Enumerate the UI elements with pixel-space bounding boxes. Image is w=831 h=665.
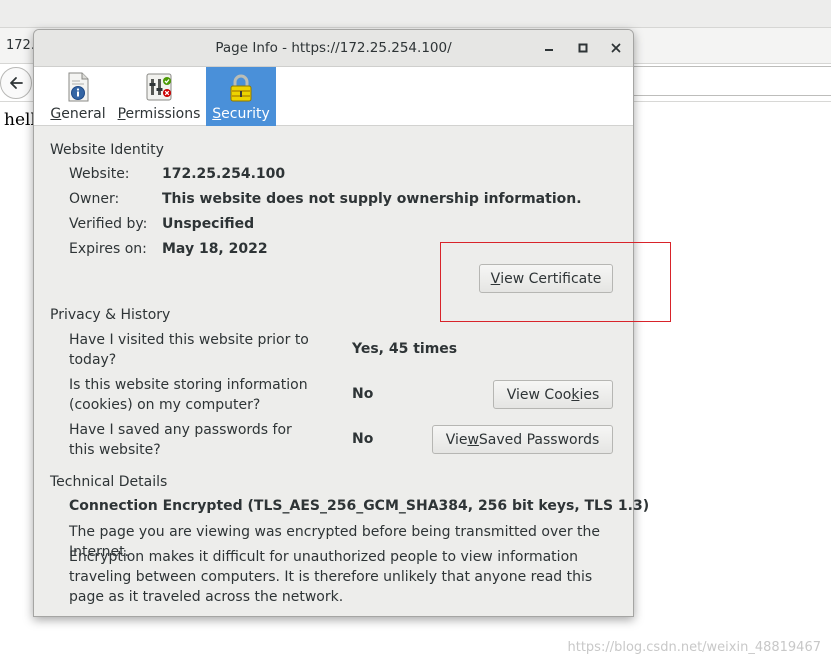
owner-value: This website does not supply ownership i… [162,191,582,207]
arrow-left-icon [10,77,23,89]
back-button[interactable] [0,67,32,99]
view-saved-passwords-button[interactable]: Vie w Saved Passwords [432,425,613,454]
page-info-toolbar: General Permissions Security [34,67,633,126]
permissions-icon [146,73,172,101]
verified-by-value: Unspecified [162,216,255,232]
dialog-titlebar[interactable]: Page Info - https://172.25.254.100/ [34,30,633,67]
website-value: 172.25.254.100 [162,166,286,182]
expires-on-value: May 18, 2022 [162,241,268,257]
watermark: https://blog.csdn.net/weixin_48819467 [567,640,821,655]
tab-permissions[interactable]: Permissions [118,67,200,126]
padlock-icon [230,74,252,102]
tab-security-label: Security [212,106,270,122]
minimize-icon [545,49,553,51]
passwords-answer: No [352,431,374,447]
close-icon [611,43,621,53]
url-bar[interactable] [630,66,831,96]
browser-tab-title[interactable]: 172. [6,38,35,53]
browser-top-bar [0,0,831,28]
visited-answer: Yes, 45 times [352,341,458,357]
tab-permissions-label: Permissions [117,106,201,122]
technical-details-heading: Technical Details [50,474,168,490]
tab-security[interactable]: Security [206,67,276,126]
annotation-highlight-box [440,242,671,322]
document-info-icon [68,72,89,102]
connection-status: Connection Encrypted (TLS_AES_256_GCM_SH… [69,498,650,514]
tab-general[interactable]: General [50,67,106,126]
view-cookies-button[interactable]: View Coo k ies [493,380,613,409]
visited-question: Have I visited this website prior to tod… [69,332,309,368]
verified-by-label: Verified by: [69,216,148,232]
website-label: Website: [69,166,130,182]
cookies-answer: No [352,386,374,402]
website-identity-heading: Website Identity [50,142,164,158]
close-button[interactable] [607,39,625,57]
encryption-paragraph-2: Encryption makes it difficult for unauth… [69,549,593,605]
owner-label: Owner: [69,191,120,207]
maximize-button[interactable] [574,39,592,57]
privacy-history-heading: Privacy & History [50,307,171,323]
passwords-question: Have I saved any passwords for this webs… [69,422,292,458]
page-content-text: hell [4,110,36,130]
expires-on-label: Expires on: [69,241,147,257]
tab-general-label: General [50,106,106,122]
maximize-icon [578,43,588,53]
minimize-button[interactable] [540,39,558,57]
cookies-question: Is this website storing information (coo… [69,377,308,413]
